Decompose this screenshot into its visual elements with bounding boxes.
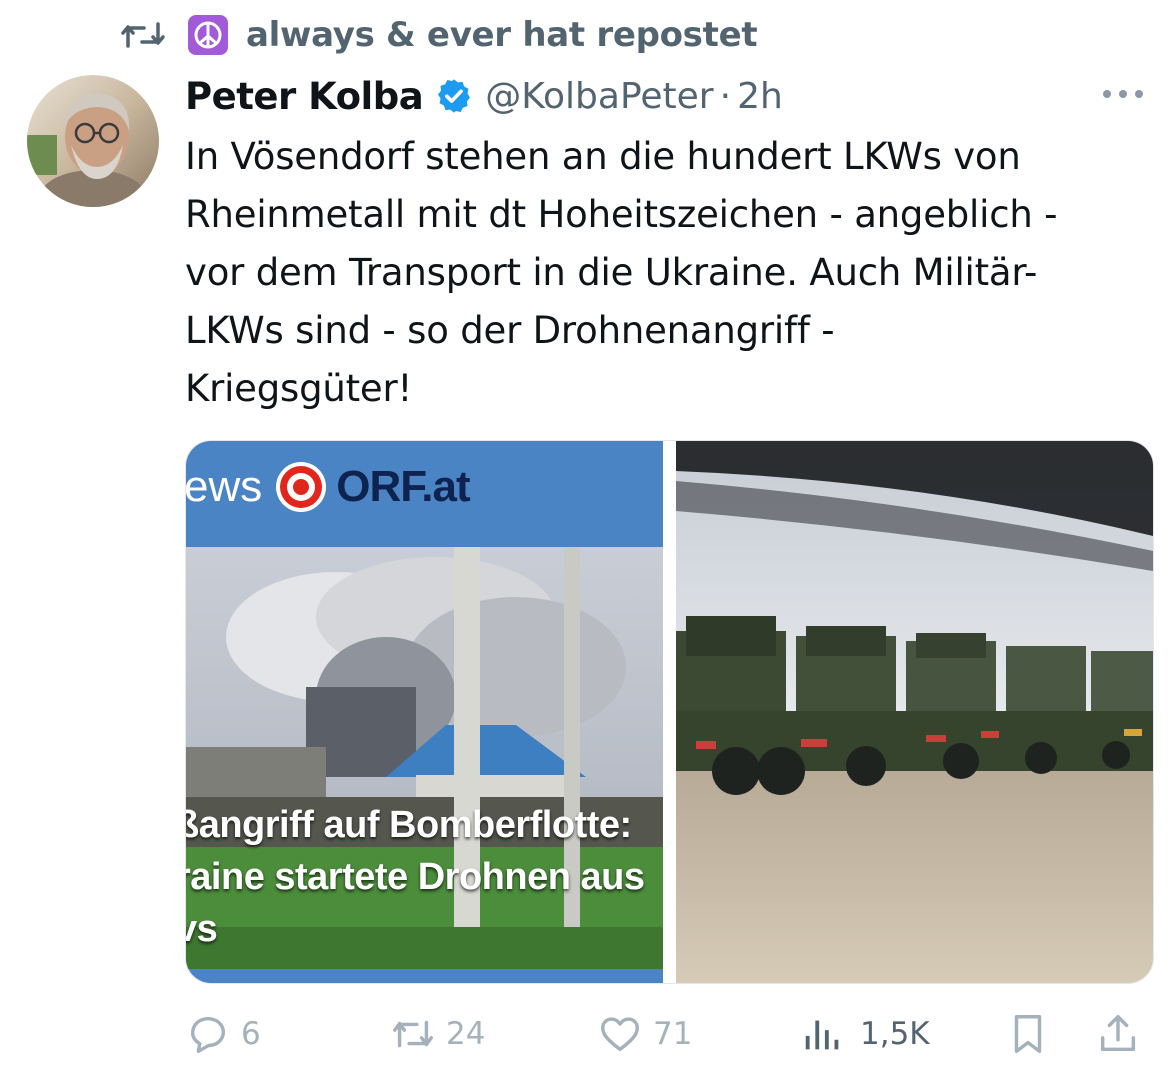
author-name[interactable]: Peter Kolba bbox=[185, 75, 424, 118]
tweet-header: Peter Kolba @KolbaPeter · 2h bbox=[185, 68, 783, 124]
heart-icon bbox=[601, 1017, 639, 1052]
orf-brand-left: ews bbox=[186, 462, 263, 511]
repost-label: always & ever hat repostet bbox=[246, 15, 758, 55]
repost-icon bbox=[121, 22, 165, 48]
tweet-text-line: Kriegsgüter! bbox=[185, 367, 413, 410]
tweet-text-line: In Vösendorf stehen an die hundert LKWs … bbox=[185, 135, 1021, 178]
media-grid: ews ORF.at ßangriff auf Bomberflotte: ra… bbox=[185, 440, 1154, 984]
like-count: 71 bbox=[653, 1016, 693, 1052]
news-headline-line: raine startete Drohnen aus bbox=[186, 856, 645, 898]
tweet-text: In Vösendorf stehen an die hundert LKWs … bbox=[185, 128, 1145, 418]
repost-icon bbox=[393, 1020, 433, 1048]
share-icon bbox=[1100, 1015, 1136, 1052]
news-headline-line: ßangriff auf Bomberflotte: bbox=[186, 804, 632, 846]
more-options-icon[interactable] bbox=[1098, 84, 1148, 104]
reply-button[interactable]: 6 bbox=[185, 1004, 261, 1064]
repost-button[interactable]: 24 bbox=[390, 1004, 485, 1064]
reply-icon bbox=[190, 1016, 226, 1053]
author-handle[interactable]: @KolbaPeter bbox=[485, 76, 713, 117]
peace-symbol-icon bbox=[188, 15, 228, 55]
news-headline: ßangriff auf Bomberflotte: raine startet… bbox=[186, 799, 663, 955]
view-count: 1,5K bbox=[860, 1016, 930, 1052]
analytics-icon bbox=[805, 1020, 839, 1050]
orf-brand: ews ORF.at bbox=[186, 457, 471, 517]
share-button[interactable] bbox=[1095, 1004, 1141, 1064]
tweet-text-line: vor dem Transport in die Ukraine. Auch M… bbox=[185, 251, 1038, 294]
orf-logo-icon bbox=[276, 462, 327, 512]
repost-count: 24 bbox=[446, 1016, 486, 1052]
author-avatar[interactable] bbox=[27, 75, 159, 207]
reply-count: 6 bbox=[241, 1016, 261, 1052]
bookmark-button[interactable] bbox=[1005, 1004, 1051, 1064]
bookmark-icon bbox=[1014, 1015, 1042, 1053]
military-trucks-image[interactable] bbox=[676, 441, 1153, 983]
military-trucks-photo bbox=[676, 441, 1153, 983]
views-button[interactable]: 1,5K bbox=[800, 1004, 930, 1064]
header-separator: · bbox=[719, 75, 732, 117]
tweet-text-line: LKWs sind - so der Drohnenangriff - bbox=[185, 309, 835, 352]
news-screenshot-image[interactable]: ews ORF.at ßangriff auf Bomberflotte: ra… bbox=[186, 441, 663, 983]
tweet-text-line: Rheinmetall mit dt Hoheitszeichen - ange… bbox=[185, 193, 1058, 236]
social-context[interactable]: always & ever hat repostet bbox=[120, 12, 758, 58]
orf-brand-right: ORF.at bbox=[336, 462, 470, 511]
news-headline-line: vs bbox=[186, 908, 218, 950]
verified-badge-icon bbox=[438, 79, 471, 113]
tweet-actions: 6 24 71 1,5K bbox=[185, 1004, 1150, 1064]
like-button[interactable]: 71 bbox=[597, 1004, 692, 1064]
tweet-timestamp[interactable]: 2h bbox=[737, 76, 783, 117]
